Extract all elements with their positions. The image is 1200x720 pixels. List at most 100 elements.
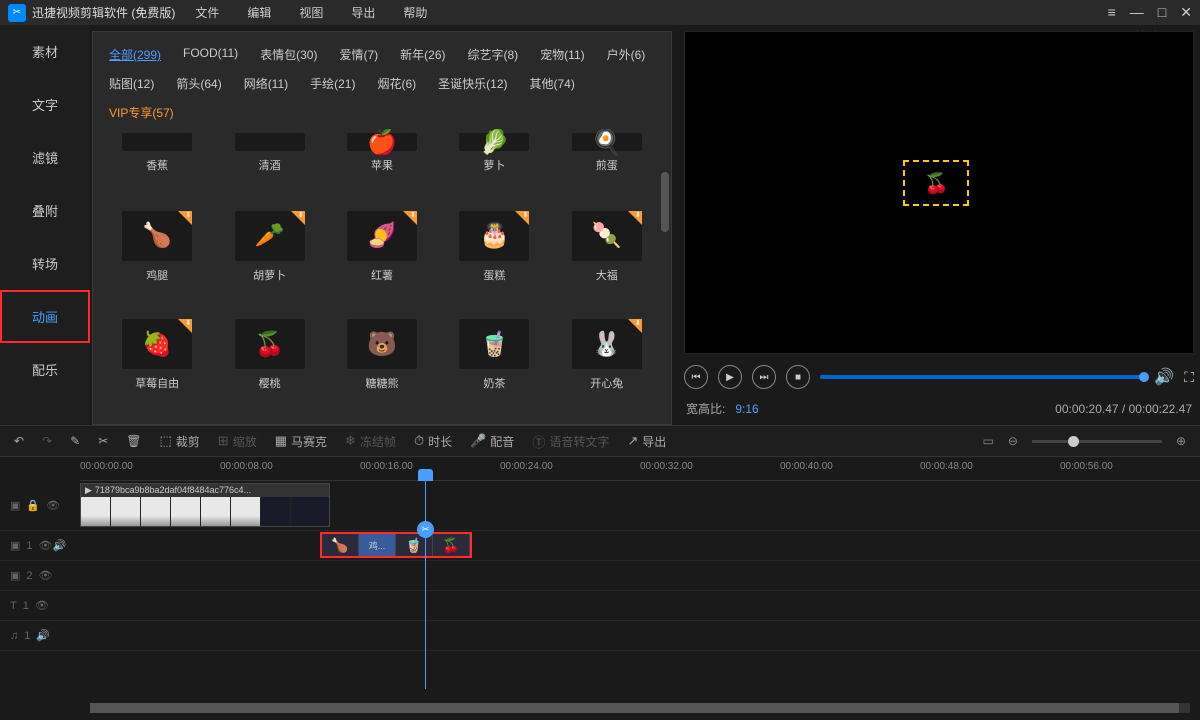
category-tab[interactable]: 表情包(30) — [260, 46, 317, 63]
track-controls-icon[interactable]: 👁🔊 — [39, 539, 67, 552]
volume-icon[interactable]: 🔊 — [1154, 367, 1174, 387]
lock-icon[interactable]: 🔒 — [26, 499, 40, 512]
zoom-in-icon[interactable]: ⊕ — [1176, 434, 1186, 448]
asset-item[interactable]: 🍗鸡腿 — [109, 211, 205, 312]
fit-icon[interactable]: ▭ — [983, 434, 994, 448]
ruler[interactable]: 00:00:00.0000:00:08.0000:00:16.0000:00:2… — [80, 457, 1200, 481]
close-icon[interactable]: ✕ — [1180, 4, 1192, 21]
sidebar-item-transition[interactable]: 转场 — [0, 237, 90, 290]
download-badge-icon — [403, 211, 417, 225]
delete-button[interactable]: 🗑 — [126, 434, 141, 448]
anim-clip-1[interactable]: 🍗 — [322, 534, 359, 556]
sidebar-item-material[interactable]: 素材 — [0, 25, 90, 78]
category-tab[interactable]: 宠物(11) — [540, 46, 584, 63]
maximize-icon[interactable]: □ — [1158, 4, 1166, 21]
undo-button[interactable]: ↶ — [14, 434, 24, 448]
play-button[interactable]: ▶ — [718, 365, 742, 389]
asset-item[interactable]: 🍠红薯 — [334, 211, 430, 312]
timeline: 00:00:00.0000:00:08.0000:00:16.0000:00:2… — [0, 457, 1200, 717]
category-tab[interactable]: 箭头(64) — [176, 75, 221, 92]
asset-item[interactable]: 🍎苹果 — [334, 133, 430, 203]
video-track: ▣ 🔒 👁 ▶71879bca9b8ba2daf04f8484ac776c4..… — [0, 481, 1200, 531]
asset-item[interactable]: 🍒 樱桃 — [221, 319, 317, 420]
timeline-scrollbar[interactable] — [90, 703, 1190, 713]
track-controls-icon[interactable]: 🔊 — [36, 629, 50, 642]
asset-label: 樱桃 — [259, 375, 281, 391]
selection-box[interactable]: 🍒 — [903, 160, 969, 206]
crop-button[interactable]: ⬚裁剪 — [159, 433, 199, 450]
menu-file[interactable]: 文件 — [195, 4, 219, 21]
menu-help[interactable]: 帮助 — [403, 4, 427, 21]
asset-item[interactable]: 🥕胡萝卜 — [221, 211, 317, 312]
category-tab[interactable]: 新年(26) — [400, 46, 445, 63]
category-tab[interactable]: 手绘(21) — [310, 75, 355, 92]
zoom-slider[interactable] — [1032, 440, 1162, 443]
zoom-out-icon[interactable]: ⊖ — [1008, 434, 1018, 448]
cut-button[interactable]: ✂ — [98, 434, 108, 448]
video-clip[interactable]: ▶71879bca9b8ba2daf04f8484ac776c4... — [80, 483, 330, 527]
asset-item[interactable]: 香蕉 — [109, 133, 205, 203]
fullscreen-icon[interactable]: ⛶ — [1184, 369, 1194, 386]
preview-canvas[interactable]: 🍒 — [684, 31, 1194, 354]
asset-item[interactable]: 🐻糖糖熊 — [334, 319, 430, 420]
assets-grid: 🍗鸡腿🥕胡萝卜🍠红薯🎂蛋糕🍡大福 🍓草莓自由 🍒 樱桃 🐻糖糖熊🧋奶茶🐰开心兔 — [93, 207, 671, 424]
duration-button[interactable]: ⏱时长 — [414, 433, 452, 450]
hamburger-icon[interactable]: ≡ — [1108, 4, 1116, 21]
asset-item[interactable]: 🍓草莓自由 — [109, 319, 205, 420]
sidebar-item-text[interactable]: 文字 — [0, 78, 90, 131]
eye-icon[interactable]: 👁 — [46, 499, 60, 512]
anim-clip-group[interactable]: 🍗 鸡... 🧋 🍒 — [320, 532, 472, 558]
stop-button[interactable]: ■ — [786, 365, 810, 389]
category-tabs: 全部(299) FOOD(11) 表情包(30) 爱情(7) 新年(26) 综艺字(8) 宠… — [93, 32, 671, 129]
track-controls-icon[interactable]: 👁 — [35, 599, 49, 612]
scale-button[interactable]: ⊞缩放 — [218, 433, 257, 450]
category-tab[interactable]: 网络(11) — [244, 75, 288, 92]
edit-button[interactable]: ✎ — [70, 434, 80, 448]
time-display: 00:00:20.47 / 00:00:22.47 — [1055, 402, 1192, 416]
next-frame-button[interactable]: ⏭ — [752, 365, 776, 389]
menu-export[interactable]: 导出 — [351, 4, 375, 21]
playhead[interactable] — [425, 477, 426, 689]
progress-bar[interactable] — [820, 375, 1144, 379]
asset-item[interactable]: 清酒 — [221, 133, 317, 203]
asset-thumb-icon: 🍒 — [255, 330, 285, 359]
category-tab[interactable]: VIP专享(57) — [109, 104, 174, 121]
category-tab[interactable]: 其他(74) — [530, 75, 575, 92]
track-controls-icon[interactable]: 👁 — [39, 569, 53, 582]
menu-view[interactable]: 视图 — [299, 4, 323, 21]
preview-cherry-icon: 🍒 — [924, 171, 949, 196]
asset-item[interactable]: 🥬萝卜 — [446, 133, 542, 203]
freeze-button[interactable]: ❄冻结帧 — [345, 433, 396, 450]
asset-item[interactable]: 🍳煎蛋 — [559, 133, 655, 203]
category-tab[interactable]: 圣诞快乐(12) — [438, 75, 507, 92]
minimize-icon[interactable]: — — [1130, 4, 1144, 21]
assets-scrollbar[interactable] — [661, 172, 669, 232]
category-tab[interactable]: 贴图(12) — [109, 75, 154, 92]
prev-frame-button[interactable]: ⏮ — [684, 365, 708, 389]
category-tab[interactable]: 爱情(7) — [339, 46, 378, 63]
asset-item[interactable]: 🍡大福 — [559, 211, 655, 312]
asset-item[interactable]: 🧋奶茶 — [446, 319, 542, 420]
category-tab[interactable]: 全部(299) — [109, 46, 161, 63]
category-tab[interactable]: 综艺字(8) — [468, 46, 519, 63]
sidebar-item-overlay[interactable]: 叠附 — [0, 184, 90, 237]
sidebar-item-music[interactable]: 配乐 — [0, 343, 90, 396]
category-tab[interactable]: 户外(6) — [607, 46, 646, 63]
sidebar-item-animation[interactable]: 动画 — [0, 290, 90, 343]
stt-button[interactable]: Ⓣ语音转文字 — [532, 432, 609, 451]
anim-clip-4[interactable]: 🍒 — [433, 534, 470, 556]
sidebar-item-filter[interactable]: 滤镜 — [0, 131, 90, 184]
category-tab[interactable]: FOOD(11) — [183, 46, 238, 63]
track-icon: ▣ — [10, 569, 20, 582]
asset-item[interactable]: 🎂蛋糕 — [446, 211, 542, 312]
export-button[interactable]: ↗导出 — [627, 433, 666, 450]
menu-edit[interactable]: 编辑 — [247, 4, 271, 21]
category-tab[interactable]: 烟花(6) — [377, 75, 416, 92]
dub-button[interactable]: 🎤配音 — [470, 433, 514, 450]
mosaic-button[interactable]: ▦马赛克 — [275, 433, 327, 450]
anim-clip-2[interactable]: 鸡... — [359, 534, 396, 556]
audio-track: ♫1🔊 — [0, 621, 1200, 651]
aspect-value[interactable]: 9:16 — [735, 402, 758, 416]
asset-item[interactable]: 🐰开心兔 — [559, 319, 655, 420]
redo-button[interactable]: ↷ — [42, 434, 52, 448]
